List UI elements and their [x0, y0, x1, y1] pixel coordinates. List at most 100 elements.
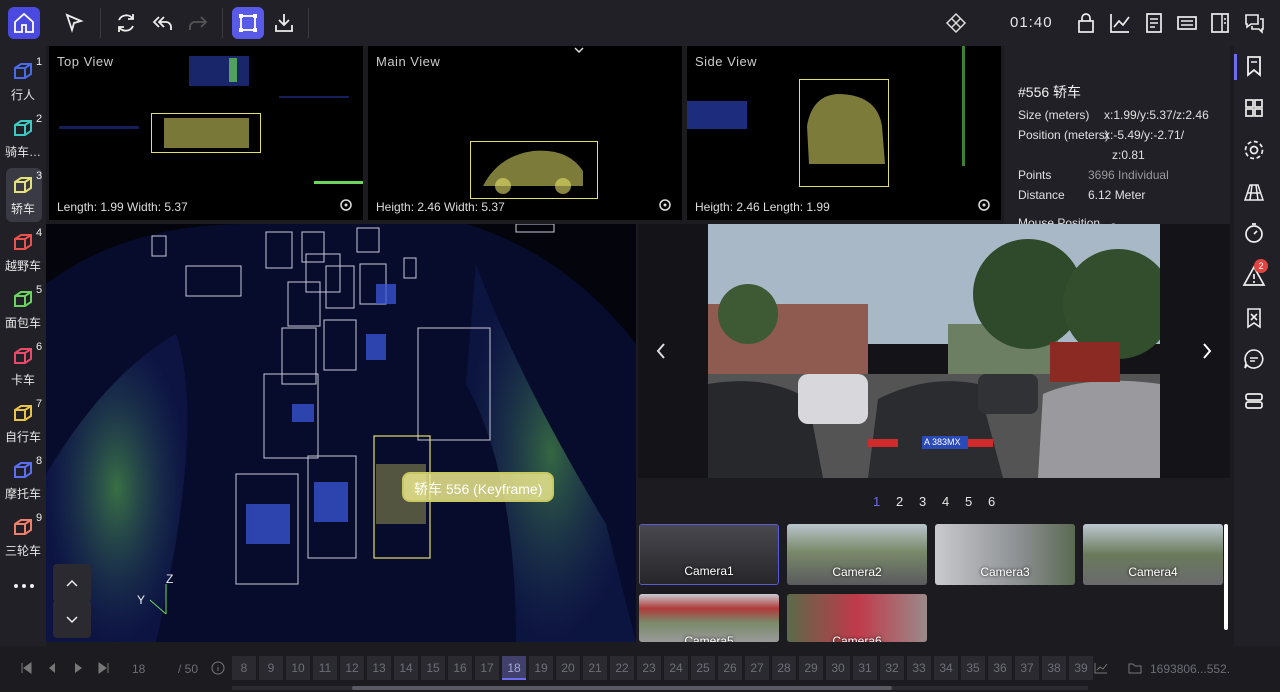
frame-cell[interactable]: 30 [826, 656, 850, 680]
home-button[interactable] [8, 7, 40, 39]
frame-cell[interactable]: 26 [718, 656, 742, 680]
prev-camera-icon[interactable] [654, 341, 668, 361]
frame-cell[interactable]: 13 [367, 656, 391, 680]
top-view-bbox[interactable] [151, 113, 261, 153]
frame-cell[interactable]: 24 [664, 656, 688, 680]
scroll-up-button[interactable] [53, 564, 91, 602]
frame-cell[interactable]: 18 [502, 656, 526, 680]
frame-cell[interactable]: 15 [421, 656, 445, 680]
frame-cell[interactable]: 20 [556, 656, 580, 680]
import-button[interactable] [268, 7, 300, 39]
frame-cell[interactable]: 17 [475, 656, 499, 680]
comments-button[interactable] [1238, 7, 1270, 39]
class-item-1[interactable]: 1 行人 [0, 54, 46, 108]
document-button[interactable] [1138, 7, 1170, 39]
frame-cell[interactable]: 33 [907, 656, 931, 680]
frame-cell[interactable]: 31 [853, 656, 877, 680]
class-item-4[interactable]: 4 越野车 [0, 225, 46, 279]
grid-icon[interactable] [1242, 96, 1266, 120]
page-3[interactable]: 3 [919, 494, 926, 509]
next-camera-icon[interactable] [1200, 341, 1214, 361]
side-view-bbox[interactable] [799, 79, 889, 187]
page-2[interactable]: 2 [896, 494, 903, 509]
refresh-button[interactable] [110, 7, 142, 39]
frame-cell[interactable]: 16 [448, 656, 472, 680]
page-1[interactable]: 1 [873, 494, 880, 509]
play-icon[interactable] [72, 662, 84, 674]
info-icon[interactable] [211, 661, 225, 675]
class-item-9[interactable]: 9 三轮车 [0, 510, 46, 564]
top-view-panel[interactable]: Top View Length: 1.99 Width: 5.37 [49, 46, 363, 220]
layout-button[interactable] [940, 7, 972, 39]
frame-cell[interactable]: 10 [286, 656, 310, 680]
more-classes-button[interactable] [12, 576, 36, 596]
camera-thumb-2[interactable]: Camera2 [787, 524, 927, 585]
class-item-7[interactable]: 7 自行车 [0, 396, 46, 450]
frame-cell[interactable]: 39 [1069, 656, 1093, 680]
page-4[interactable]: 4 [942, 494, 949, 509]
redo-button[interactable] [182, 7, 214, 39]
frame-cell[interactable]: 23 [637, 656, 661, 680]
class-item-5[interactable]: 5 面包车 [0, 282, 46, 336]
frame-cell[interactable]: 29 [799, 656, 823, 680]
frame-cell[interactable]: 19 [529, 656, 553, 680]
page-6[interactable]: 6 [988, 494, 995, 509]
rotate-icon[interactable] [339, 198, 353, 212]
frame-cell[interactable]: 9 [259, 656, 283, 680]
main-view-panel[interactable]: Main View Heigth: 2.46 Width: 5.37 [368, 46, 682, 220]
frame-cell[interactable]: 14 [394, 656, 418, 680]
frame-cell[interactable]: 38 [1042, 656, 1066, 680]
chart-button[interactable] [1104, 7, 1136, 39]
keyboard-button[interactable] [1171, 7, 1203, 39]
stopwatch-icon[interactable] [1242, 221, 1266, 245]
class-item-6[interactable]: 6 卡车 [0, 339, 46, 393]
page-5[interactable]: 5 [965, 494, 972, 509]
folder-icon[interactable] [1128, 662, 1142, 674]
frame-cell[interactable]: 34 [934, 656, 958, 680]
frame-cell[interactable]: 28 [772, 656, 796, 680]
frame-cell[interactable]: 36 [988, 656, 1012, 680]
frame-cell[interactable]: 11 [313, 656, 337, 680]
undo-button[interactable] [146, 7, 178, 39]
box-tool-button[interactable] [232, 7, 264, 39]
point-cloud-3d-view[interactable]: 轿车 556 (Keyframe) Y Z [46, 224, 636, 642]
frame-cell[interactable]: 22 [610, 656, 634, 680]
bookmark-remove-icon[interactable] [1242, 306, 1266, 330]
chart-icon[interactable] [1094, 662, 1108, 674]
road-grid-icon[interactable] [1242, 180, 1266, 204]
scroll-down-button[interactable] [53, 600, 91, 638]
prev-frame-icon[interactable] [46, 662, 58, 674]
camera-thumb-4[interactable]: Camera4 [1083, 524, 1223, 585]
select-tool-button[interactable] [58, 7, 90, 39]
class-item-2[interactable]: 2 骑车… [0, 111, 46, 165]
frame-cell[interactable]: 25 [691, 656, 715, 680]
frame-cell[interactable]: 32 [880, 656, 904, 680]
camera-thumb-3[interactable]: Camera3 [935, 524, 1075, 585]
thumbs-scrollbar[interactable] [1224, 524, 1228, 630]
class-item-3[interactable]: 3 轿车 [0, 168, 46, 222]
skip-end-icon[interactable] [98, 662, 110, 674]
current-frame-input[interactable]: 18 [132, 662, 145, 676]
rotate-icon[interactable] [977, 198, 991, 212]
database-icon[interactable] [1242, 389, 1266, 413]
frame-cell[interactable]: 35 [961, 656, 985, 680]
bookmark-icon[interactable] [1242, 54, 1266, 78]
frame-cell[interactable]: 8 [232, 656, 256, 680]
frame-cell[interactable]: 21 [583, 656, 607, 680]
frame-cell[interactable]: 37 [1015, 656, 1039, 680]
skip-start-icon[interactable] [20, 662, 32, 674]
camera-image[interactable]: A 383MX [708, 224, 1160, 478]
chevron-down-icon[interactable] [574, 46, 584, 54]
panel-button[interactable] [1204, 7, 1236, 39]
frame-cell[interactable]: 27 [745, 656, 769, 680]
class-item-8[interactable]: 8 摩托车 [0, 453, 46, 507]
message-icon[interactable] [1242, 347, 1266, 371]
side-view-panel[interactable]: Side View Heigth: 2.46 Length: 1.99 [687, 46, 1001, 220]
camera-thumb-6[interactable]: Camera6 [787, 594, 927, 642]
gear-icon[interactable] [1242, 138, 1266, 162]
rotate-icon[interactable] [658, 198, 672, 212]
lock-button[interactable] [1070, 7, 1102, 39]
camera-thumb-1[interactable]: Camera1 [639, 524, 779, 585]
main-view-bbox[interactable] [470, 141, 598, 199]
camera-thumb-5[interactable]: Camera5 [639, 594, 779, 642]
